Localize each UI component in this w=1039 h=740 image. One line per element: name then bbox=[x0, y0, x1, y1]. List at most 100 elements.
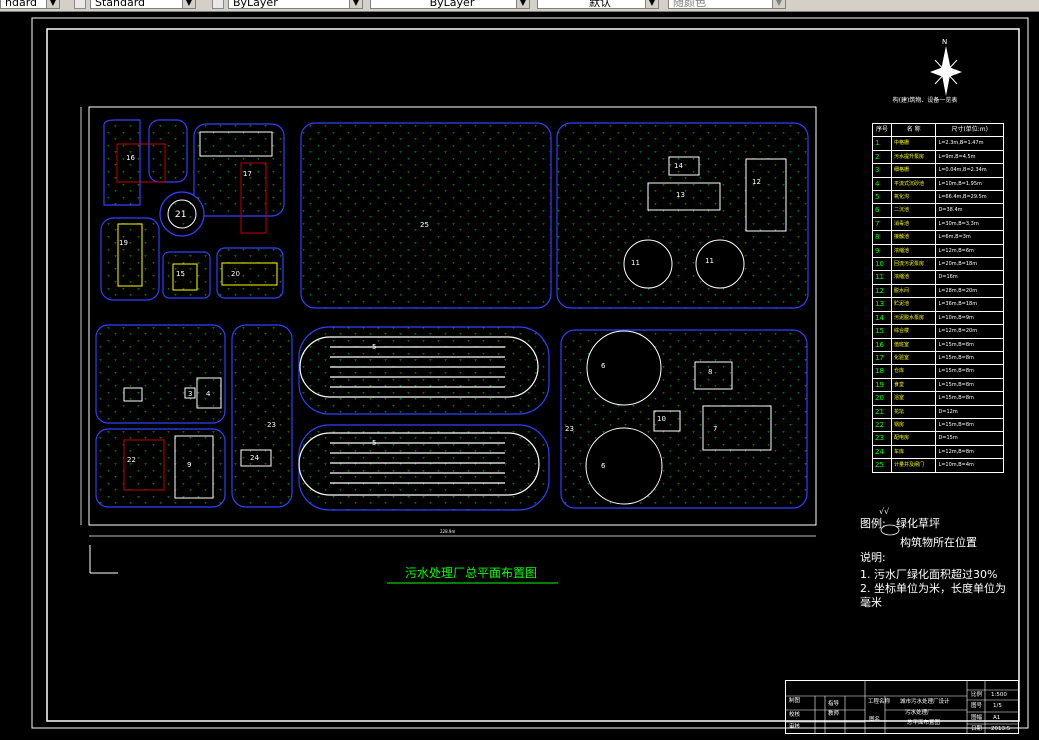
row-number: 11 bbox=[872, 270, 892, 285]
tb-date-label: 日期 bbox=[971, 726, 983, 732]
chevron-down-icon[interactable]: ▼ bbox=[46, 0, 59, 8]
row-name: 食堂 bbox=[890, 377, 937, 393]
svg-text:5: 5 bbox=[372, 439, 376, 447]
table-row: 10 回流污泥泵房 L=20m,B=18m bbox=[872, 257, 1004, 272]
text-style-combo[interactable]: ndard ▼ bbox=[0, 0, 60, 9]
row-number: 1 bbox=[872, 136, 892, 151]
svg-text:N: N bbox=[942, 38, 947, 46]
table-row: 15 综合楼 L=12m,B=20m bbox=[872, 324, 1004, 339]
svg-text:10: 10 bbox=[657, 415, 666, 423]
svg-text:8: 8 bbox=[708, 368, 712, 376]
row-number: 17 bbox=[872, 350, 892, 366]
color-combo[interactable]: ByLayer ▼ bbox=[228, 0, 363, 9]
chevron-down-icon[interactable]: ▼ bbox=[182, 0, 195, 8]
title-block-grid bbox=[785, 680, 1019, 734]
tb-drawing-no-label: 图号 bbox=[971, 703, 983, 709]
row-name: 配电房 bbox=[890, 431, 937, 446]
row-number: 19 bbox=[872, 377, 892, 393]
table-row: 22 锅房 L=15m,B=8m bbox=[872, 417, 1004, 433]
zone-a3 bbox=[193, 123, 285, 217]
table-row: 1 中格栅 L=2.3m,B=1.47m bbox=[872, 136, 1004, 151]
table-row: 12 脱水间 L=28m,B=20m bbox=[872, 283, 1004, 299]
tb-teacher: 教师 bbox=[828, 711, 840, 717]
row-number: 5 bbox=[872, 190, 892, 205]
row-name: 细格栅 bbox=[890, 163, 937, 178]
table-row: 17 化验室 L=15m,B=8m bbox=[872, 350, 1004, 366]
dim-style-icon[interactable] bbox=[74, 0, 86, 9]
tb-date-value: 2013.5 bbox=[991, 726, 1011, 732]
plotstyle-combo[interactable]: 随颜色 ▼ bbox=[668, 0, 786, 9]
table-row: 8 接触池 L=6m,B=3m bbox=[872, 230, 1004, 245]
linetype-combo[interactable]: ByLayer ▼ bbox=[370, 0, 530, 9]
layer-icon[interactable] bbox=[212, 0, 224, 9]
row-number: 9 bbox=[872, 243, 892, 259]
svg-text:6: 6 bbox=[601, 462, 606, 470]
cad-drawing-area[interactable]: 228.9m ˅ ˅ bbox=[0, 12, 1039, 736]
row-size: L=10m,B=4m bbox=[935, 458, 1004, 473]
svg-text:20: 20 bbox=[231, 270, 240, 278]
table-row: 23 配电房 D=15m bbox=[872, 431, 1004, 446]
table-row: 9 浓缩池 L=12m,B=6m bbox=[872, 243, 1004, 259]
row-name: 锅房 bbox=[890, 417, 937, 433]
chevron-down-icon[interactable]: ▼ bbox=[516, 0, 529, 8]
table-column-header: 名 称 bbox=[890, 122, 937, 138]
row-name: 中格栅 bbox=[890, 136, 937, 151]
text-style-value: ndard bbox=[5, 0, 38, 9]
zone-b bbox=[300, 122, 552, 309]
chevron-down-icon[interactable]: ▼ bbox=[349, 0, 362, 8]
tb-size-value: A1 bbox=[993, 715, 1001, 721]
row-size: D=16m bbox=[935, 270, 1004, 285]
table-row: 21 花坛 D=12m bbox=[872, 404, 1004, 419]
table-row: 24 车库 L=12m,B=8m bbox=[872, 444, 1004, 460]
tb-scale-value: 1:500 bbox=[991, 692, 1007, 698]
table-row: 5 氧化沟 L=66.4m,B=29.5m bbox=[872, 190, 1004, 205]
north-arrow-icon: N bbox=[930, 38, 962, 96]
plan-title: 污水处理厂总平面布置图 bbox=[405, 566, 537, 580]
zone-a1 bbox=[103, 119, 141, 206]
row-name: 仓库 bbox=[890, 364, 937, 379]
width-dimension-text: 228.9m bbox=[440, 529, 455, 534]
dim-style-combo[interactable]: Standard ▼ bbox=[90, 0, 196, 9]
svg-text:4: 4 bbox=[206, 390, 211, 398]
lineweight-combo[interactable]: 默认 ▼ bbox=[537, 0, 659, 9]
zone-c bbox=[556, 122, 809, 309]
svg-text:19: 19 bbox=[119, 239, 128, 247]
chevron-down-icon[interactable]: ▼ bbox=[645, 0, 658, 8]
tb-project-name: 城市污水处理厂设计 bbox=[900, 699, 950, 705]
table-row: 25 计量井及闸门 L=10m,B=4m bbox=[872, 458, 1004, 473]
row-name: 综合楼 bbox=[890, 324, 937, 339]
row-name: 二沉池 bbox=[890, 203, 937, 218]
lineweight-value: 默认 bbox=[589, 0, 611, 9]
note-2-cont: 毫米 bbox=[860, 596, 882, 609]
cad-properties-toolbar: ndard ▼ Standard ▼ ByLayer ▼ ByLayer ▼ 默认 ▼ 随… bbox=[0, 0, 1039, 12]
row-name: 氧化沟 bbox=[890, 190, 937, 205]
table-row: 19 食堂 L=15m,B=8m bbox=[872, 377, 1004, 393]
table-column-header: 尺寸(单位:m) bbox=[935, 122, 1004, 138]
row-size: L=12m,B=8m bbox=[935, 444, 1004, 460]
table-row: 2 污水提升泵房 L=9m,B=4.5m bbox=[872, 149, 1004, 165]
svg-text:22: 22 bbox=[127, 456, 136, 464]
row-size: L=66.4m,B=29.5m bbox=[935, 190, 1004, 205]
zone-d2 bbox=[95, 428, 226, 508]
row-name: 污水提升泵房 bbox=[890, 149, 937, 165]
row-number: 13 bbox=[872, 297, 892, 312]
svg-text:21: 21 bbox=[175, 210, 186, 220]
row-name: 化验室 bbox=[890, 350, 937, 366]
svg-text:7: 7 bbox=[713, 425, 717, 433]
svg-text:11: 11 bbox=[631, 259, 640, 267]
chevron-down-icon[interactable]: ▼ bbox=[772, 0, 785, 8]
table-header: 构(建)筑物、设备一览表 bbox=[892, 97, 958, 104]
svg-text:23: 23 bbox=[267, 421, 276, 429]
row-name: 回流污泥泵房 bbox=[890, 257, 937, 272]
row-size: L=6m,B=3m bbox=[935, 230, 1004, 245]
table-body: 1 中格栅 L=2.3m,B=1.47m 2 污水提升泵房 L=9m,B=4.5m 3 细格栅… bbox=[872, 136, 1004, 473]
row-size: L=15m,B=8m bbox=[935, 337, 1004, 352]
row-number: 8 bbox=[872, 230, 892, 245]
svg-text:12: 12 bbox=[752, 178, 761, 186]
row-size: D=12m bbox=[935, 404, 1004, 419]
table-row: 11 浓缩池 D=16m bbox=[872, 270, 1004, 285]
table-header-row: 序号名 称尺寸(单位:m) bbox=[872, 122, 1004, 138]
zone-e2 bbox=[298, 424, 550, 511]
legend-building-label: 构筑物所在位置 bbox=[900, 536, 977, 549]
row-number: 14 bbox=[872, 310, 892, 326]
